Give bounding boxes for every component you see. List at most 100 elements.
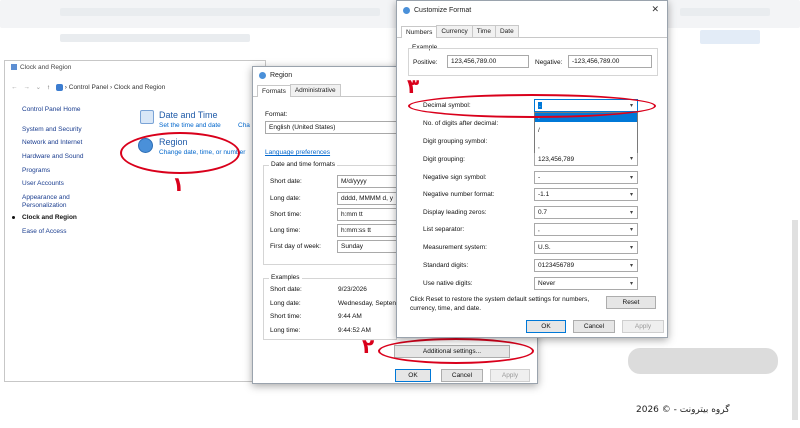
chevron-down-icon[interactable]: ▾ bbox=[626, 224, 637, 235]
native-digits-value: Never bbox=[538, 280, 556, 287]
change-timezone-link[interactable]: Cha bbox=[238, 122, 250, 129]
negative-sign-select[interactable]: - ▾ bbox=[534, 171, 638, 184]
forward-icon[interactable]: → bbox=[23, 84, 30, 91]
sidebar-item-system-security[interactable]: System and Security bbox=[22, 126, 82, 133]
region-cancel-button[interactable]: Cancel bbox=[441, 369, 483, 382]
example-long-time-label: Long time: bbox=[270, 327, 301, 334]
group-title: Examples bbox=[269, 274, 302, 281]
example-short-date-label: Short date: bbox=[270, 286, 302, 293]
background-blur-bar bbox=[628, 348, 778, 374]
customize-dialog-title: Customize Format bbox=[414, 6, 472, 14]
example-long-date-value: Wednesday, Septen bbox=[338, 300, 396, 307]
control-panel-title: Clock and Region bbox=[11, 64, 71, 71]
background-blur-bar bbox=[60, 8, 380, 16]
native-digits-select[interactable]: Never ▾ bbox=[534, 277, 638, 290]
short-date-select[interactable]: M/d/yyyy bbox=[337, 175, 397, 188]
digit-grouping-symbol-label: Digit grouping symbol: bbox=[423, 138, 488, 145]
tab-currency[interactable]: Currency bbox=[436, 25, 473, 37]
leading-zeros-select[interactable]: 0.7 ▾ bbox=[534, 206, 638, 219]
dropdown-icon[interactable]: ⌄ bbox=[36, 84, 41, 91]
first-day-label: First day of week: bbox=[270, 243, 321, 250]
measurement-system-select[interactable]: U.S. ▾ bbox=[534, 241, 638, 254]
list-separator-label: List separator: bbox=[423, 226, 465, 233]
customize-apply-button[interactable]: Apply bbox=[622, 320, 664, 333]
short-date-label: Short date: bbox=[270, 178, 302, 185]
reset-button[interactable]: Reset bbox=[606, 296, 656, 309]
chevron-down-icon[interactable]: ▾ bbox=[626, 207, 637, 218]
group-title: Date and time formats bbox=[269, 161, 337, 168]
example-short-time-value: 9:44 AM bbox=[338, 313, 362, 320]
up-icon[interactable]: ↑ bbox=[47, 84, 50, 91]
customize-ok-button[interactable]: OK bbox=[526, 320, 566, 333]
dropdown-option[interactable]: , bbox=[535, 142, 637, 152]
sidebar-item-personalization[interactable]: Personalization bbox=[22, 202, 66, 209]
region-icon bbox=[259, 72, 266, 79]
customize-cancel-button[interactable]: Cancel bbox=[573, 320, 615, 333]
annotation-number-2: ٢ bbox=[362, 334, 375, 358]
current-item-bullet bbox=[12, 216, 15, 219]
format-select[interactable]: English (United States) bbox=[265, 121, 399, 134]
close-icon[interactable]: ✕ bbox=[651, 4, 659, 15]
short-time-select[interactable]: h:mm tt bbox=[337, 208, 397, 221]
chevron-down-icon[interactable]: ▾ bbox=[626, 153, 637, 164]
long-time-select[interactable]: h:mm:ss tt bbox=[337, 224, 397, 237]
tab-administrative[interactable]: Administrative bbox=[289, 84, 341, 96]
chevron-down-icon[interactable]: ▾ bbox=[626, 278, 637, 289]
nav-bar: ← → ⌄ ↑ › Control Panel › Clock and Regi… bbox=[11, 83, 165, 91]
chevron-down-icon[interactable]: ▾ bbox=[626, 172, 637, 183]
negative-sign-value: - bbox=[538, 174, 541, 181]
breadcrumb-control-panel[interactable]: Control Panel bbox=[69, 84, 108, 91]
first-day-select[interactable]: Sunday bbox=[337, 240, 397, 253]
sidebar-item-network[interactable]: Network and Internet bbox=[22, 139, 82, 146]
chevron-down-icon[interactable]: ▾ bbox=[626, 260, 637, 271]
list-separator-select[interactable]: , ▾ bbox=[534, 223, 638, 236]
sidebar-item-appearance[interactable]: Appearance and bbox=[22, 194, 70, 201]
date-time-icon bbox=[140, 110, 154, 124]
negative-number-format-label: Negative number format: bbox=[423, 191, 495, 198]
back-icon[interactable]: ← bbox=[11, 84, 18, 91]
scrollbar[interactable] bbox=[792, 220, 798, 420]
sidebar-item-home[interactable]: Control Panel Home bbox=[22, 106, 81, 113]
digit-grouping-value: 123,456,789 bbox=[538, 155, 575, 163]
leading-zeros-label: Display leading zeros: bbox=[423, 209, 487, 216]
language-preferences-link[interactable]: Language preferences bbox=[265, 149, 330, 156]
sidebar-item-programs[interactable]: Programs bbox=[22, 167, 50, 174]
background-blur-bar bbox=[700, 30, 760, 44]
negative-number-format-select[interactable]: -1.1 ▾ bbox=[534, 188, 638, 201]
background-blur-bar bbox=[680, 8, 770, 16]
set-time-link[interactable]: Set the time and date bbox=[159, 122, 221, 129]
region-ok-button[interactable]: OK bbox=[395, 369, 431, 382]
tab-formats[interactable]: Formats bbox=[257, 85, 291, 97]
dropdown-option[interactable]: / bbox=[535, 126, 637, 136]
example-long-date-label: Long date: bbox=[270, 300, 301, 307]
positive-label: Positive: bbox=[413, 59, 438, 66]
long-date-select[interactable]: dddd, MMMM d, y bbox=[337, 192, 397, 205]
format-label: Format: bbox=[265, 111, 288, 118]
digit-grouping-select[interactable]: 123,456,789 ▾ bbox=[534, 153, 638, 166]
standard-digits-select[interactable]: 0123456789 ▾ bbox=[534, 259, 638, 272]
digits-after-decimal-label: No. of digits after decimal: bbox=[423, 120, 499, 127]
region-apply-button[interactable]: Apply bbox=[490, 369, 530, 382]
control-panel-icon bbox=[55, 83, 63, 91]
sidebar-item-hardware[interactable]: Hardware and Sound bbox=[22, 153, 83, 160]
breadcrumb-clock-region[interactable]: Clock and Region bbox=[114, 84, 165, 91]
sidebar-item-user-accounts[interactable]: User Accounts bbox=[22, 180, 64, 187]
tab-numbers[interactable]: Numbers bbox=[401, 26, 438, 38]
annotation-circle-1 bbox=[120, 132, 240, 174]
chevron-down-icon[interactable]: ▾ bbox=[626, 189, 637, 200]
sidebar-item-ease-of-access[interactable]: Ease of Access bbox=[22, 228, 66, 235]
tab-date[interactable]: Date bbox=[494, 25, 519, 37]
annotation-number-1: ١ bbox=[172, 172, 185, 196]
sidebar-item-clock-region[interactable]: Clock and Region bbox=[22, 214, 77, 221]
region-dialog-title: Region bbox=[270, 72, 293, 79]
measurement-system-label: Measurement system: bbox=[423, 244, 487, 251]
negative-label: Negative: bbox=[535, 59, 563, 66]
footer-copyright: گروه بیترونت - © 2026 bbox=[636, 405, 730, 415]
tab-time[interactable]: Time bbox=[471, 25, 496, 37]
annotation-circle-3 bbox=[408, 94, 656, 118]
date-time-title[interactable]: Date and Time bbox=[159, 110, 218, 120]
annotation-circle-2 bbox=[378, 338, 534, 364]
chevron-down-icon[interactable]: ▾ bbox=[626, 242, 637, 253]
background-blur-bar bbox=[60, 34, 250, 42]
positive-example-field: 123,456,789.00 bbox=[447, 55, 529, 68]
